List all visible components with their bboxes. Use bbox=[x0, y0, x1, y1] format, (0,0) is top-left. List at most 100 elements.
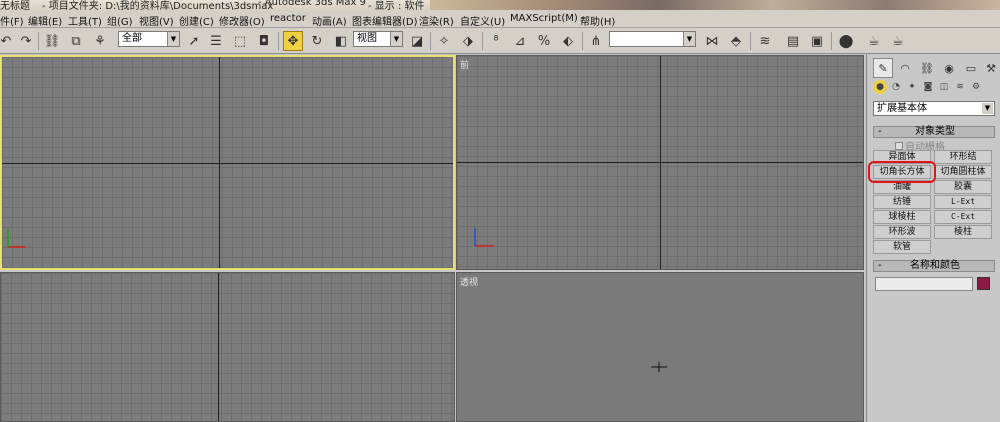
cameras-icon[interactable]: ◙ bbox=[921, 80, 935, 94]
menu-modifiers[interactable]: 修改器(O) bbox=[219, 13, 265, 28]
select-and-move-icon[interactable]: ✥ bbox=[283, 31, 303, 51]
select-by-name-icon[interactable]: ☰ bbox=[206, 31, 226, 51]
menu-edit[interactable]: 编辑(E) bbox=[28, 13, 62, 28]
chevron-down-icon: ▼ bbox=[390, 32, 402, 46]
l-ext-button[interactable]: L-Ext bbox=[934, 195, 992, 209]
spindle-button[interactable]: 纺锤 bbox=[873, 195, 931, 209]
bind-space-warp-icon[interactable]: ⚘ bbox=[90, 31, 110, 51]
menu-customize[interactable]: 自定义(U) bbox=[460, 13, 505, 28]
annotation-highlight-ring bbox=[868, 161, 936, 183]
grid-axis-vertical bbox=[218, 273, 219, 421]
object-type-rollout-header[interactable]: - 对象类型 bbox=[873, 126, 995, 138]
chamfer-cylinder-button[interactable]: 切角圆柱体 bbox=[934, 165, 992, 179]
primitive-category-dropdown[interactable]: 扩展基本体 ▼ bbox=[873, 101, 995, 116]
name-color-rollout-header[interactable]: - 名称和颜色 bbox=[873, 260, 995, 272]
viewport-label: 透视 bbox=[460, 278, 479, 288]
selection-filter-value: 全部 bbox=[122, 33, 142, 44]
grid-axis-vertical bbox=[219, 57, 220, 268]
grid-axis-vertical bbox=[660, 56, 661, 269]
main-toolbar: ↶ ↷ ⛓ ⧉ ⚘ 全部 ▼ ➚ ☰ ⬚ ◘ ✥ ↻ ◧ 视图 ▼ ◪ ✧ ⬗ … bbox=[0, 28, 1000, 54]
reference-coordinate-value: 视图 bbox=[357, 33, 377, 44]
quick-render-icon[interactable]: ☕ bbox=[888, 31, 908, 51]
menu-create[interactable]: 创建(C) bbox=[179, 13, 214, 28]
command-panel-tabs: ✎ ◠ ⛓ ◉ ▭ ⚒ bbox=[871, 58, 999, 78]
menu-graph-editors[interactable]: 图表编辑器(D) bbox=[352, 13, 418, 28]
rectangular-selection-icon[interactable]: ⬚ bbox=[230, 31, 250, 51]
redo-icon[interactable]: ↷ bbox=[16, 31, 36, 51]
systems-icon[interactable]: ⚙ bbox=[969, 80, 983, 94]
menu-reactor[interactable]: reactor bbox=[270, 13, 306, 24]
helpers-icon[interactable]: ◫ bbox=[937, 80, 951, 94]
c-ext-button[interactable]: C-Ext bbox=[934, 210, 992, 224]
mirror-icon[interactable]: ⋈ bbox=[702, 31, 722, 51]
hierarchy-tab-icon[interactable]: ⛓ bbox=[917, 58, 937, 78]
checkbox-icon bbox=[895, 141, 903, 150]
create-category-tabs: ● ◔ ✦ ◙ ◫ ≋ ⚙ bbox=[871, 80, 999, 96]
toolbar-separator bbox=[38, 32, 39, 50]
axis-gizmo-icon bbox=[474, 228, 493, 247]
space-warps-icon[interactable]: ≋ bbox=[953, 80, 967, 94]
select-object-icon[interactable]: ➚ bbox=[184, 31, 204, 51]
menu-views[interactable]: 视图(V) bbox=[139, 13, 174, 28]
material-editor-icon[interactable]: ⬤ bbox=[836, 31, 856, 51]
select-and-link-icon[interactable]: ⛓ bbox=[42, 31, 62, 51]
unlink-selection-icon[interactable]: ⧉ bbox=[66, 31, 86, 51]
ringwave-button[interactable]: 环形波 bbox=[873, 225, 931, 239]
render-scene-icon[interactable]: ☕ bbox=[864, 31, 884, 51]
percent-snap-icon[interactable]: % bbox=[534, 31, 554, 51]
modify-tab-icon[interactable]: ◠ bbox=[895, 58, 915, 78]
viewport-label: 前 bbox=[460, 61, 470, 71]
pivot-center-icon[interactable]: ◪ bbox=[407, 31, 427, 51]
chevron-down-icon: ▼ bbox=[982, 103, 993, 114]
select-and-manipulate-icon[interactable]: ✧ bbox=[434, 31, 454, 51]
geometry-icon[interactable]: ● bbox=[873, 80, 887, 94]
spinner-snap-icon[interactable]: ⬖ bbox=[558, 31, 578, 51]
layer-manager-icon[interactable]: ≋ bbox=[755, 31, 775, 51]
motion-tab-icon[interactable]: ◉ bbox=[939, 58, 959, 78]
angle-snap-icon[interactable]: ⊿ bbox=[510, 31, 530, 51]
menu-file[interactable]: 件(F) bbox=[0, 13, 24, 28]
align-icon[interactable]: ⬘ bbox=[726, 31, 746, 51]
menu-animation[interactable]: 动画(A) bbox=[312, 13, 347, 28]
hose-button[interactable]: 软管 bbox=[873, 240, 931, 254]
viewport-front[interactable]: 前 bbox=[456, 55, 864, 270]
keyboard-shortcut-override-icon[interactable]: ⬗ bbox=[458, 31, 478, 51]
selection-filter-dropdown[interactable]: 全部 ▼ bbox=[118, 31, 180, 47]
snaps-toggle-icon[interactable]: ⁸ bbox=[486, 31, 506, 51]
window-crossing-icon[interactable]: ◘ bbox=[254, 31, 274, 51]
viewport-perspective[interactable]: 透视 bbox=[456, 272, 864, 422]
named-selection-dropdown[interactable]: ▼ bbox=[609, 31, 696, 47]
reference-coordinate-dropdown[interactable]: 视图 ▼ bbox=[353, 31, 403, 47]
app-window: 无标题 - 项目文件夹: D:\我的资料库\Documents\3dsmax -… bbox=[0, 0, 1000, 422]
schematic-view-icon[interactable]: ▣ bbox=[807, 31, 827, 51]
select-and-scale-icon[interactable]: ◧ bbox=[331, 31, 351, 51]
project-path: - 项目文件夹: D:\我的资料库\Documents\3dsmax bbox=[42, 1, 274, 10]
prism-button[interactable]: 棱柱 bbox=[934, 225, 992, 239]
create-tab-icon[interactable]: ✎ bbox=[873, 58, 893, 78]
menu-maxscript[interactable]: MAXScript(M) bbox=[510, 13, 578, 24]
product-name: - Autodesk 3ds Max 9 bbox=[258, 0, 366, 8]
curve-editor-icon[interactable]: ▤ bbox=[783, 31, 803, 51]
menu-group[interactable]: 组(G) bbox=[107, 13, 133, 28]
viewport-top[interactable] bbox=[0, 55, 455, 270]
lights-icon[interactable]: ✦ bbox=[905, 80, 919, 94]
edit-named-selection-icon[interactable]: ⋔ bbox=[586, 31, 606, 51]
utilities-tab-icon[interactable]: ⚒ bbox=[981, 58, 1000, 78]
menu-help[interactable]: 帮助(H) bbox=[580, 13, 615, 28]
world-origin-icon bbox=[651, 362, 667, 372]
select-and-rotate-icon[interactable]: ↻ bbox=[307, 31, 327, 51]
rollout-title: 对象类型 bbox=[915, 126, 955, 137]
grid-axis-horizontal bbox=[2, 163, 453, 164]
capsule-button[interactable]: 胶囊 bbox=[934, 180, 992, 194]
menu-tools[interactable]: 工具(T) bbox=[68, 13, 102, 28]
object-color-swatch[interactable] bbox=[977, 277, 990, 290]
undo-icon[interactable]: ↶ bbox=[0, 31, 16, 51]
shapes-icon[interactable]: ◔ bbox=[889, 80, 903, 94]
torus-knot-button[interactable]: 环形结 bbox=[934, 150, 992, 164]
gengon-button[interactable]: 球棱柱 bbox=[873, 210, 931, 224]
menu-rendering[interactable]: 渲染(R) bbox=[419, 13, 454, 28]
viewport-left[interactable] bbox=[0, 272, 455, 422]
chevron-down-icon: ▼ bbox=[167, 32, 179, 46]
object-name-field[interactable] bbox=[875, 277, 973, 291]
display-tab-icon[interactable]: ▭ bbox=[961, 58, 981, 78]
